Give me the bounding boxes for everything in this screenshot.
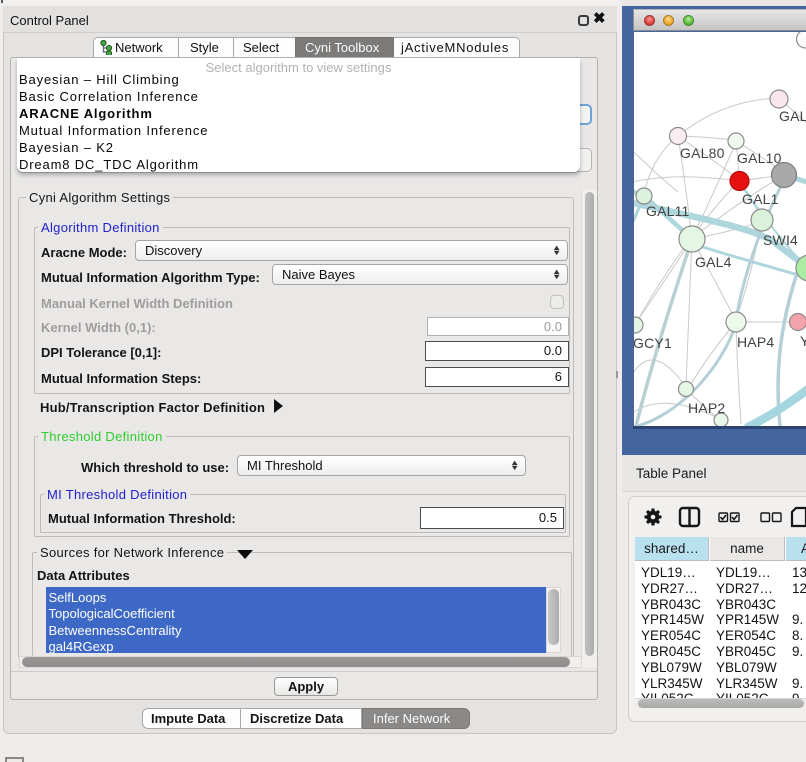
svg-text:GAL4: GAL4 (695, 254, 732, 270)
svg-text:GCY1: GCY1 (634, 335, 672, 351)
svg-text:Y: Y (800, 333, 806, 349)
svg-text:GAL7: GAL7 (779, 108, 806, 124)
svg-text:GAL1: GAL1 (742, 191, 779, 207)
svg-text:GAL80: GAL80 (680, 145, 725, 161)
svg-text:SWI4: SWI4 (763, 232, 798, 248)
svg-text:GAL10: GAL10 (737, 150, 782, 166)
svg-text:GAL11: GAL11 (646, 203, 690, 219)
svg-text:HAP2: HAP2 (688, 400, 725, 416)
svg-text:HAP4: HAP4 (737, 334, 774, 350)
